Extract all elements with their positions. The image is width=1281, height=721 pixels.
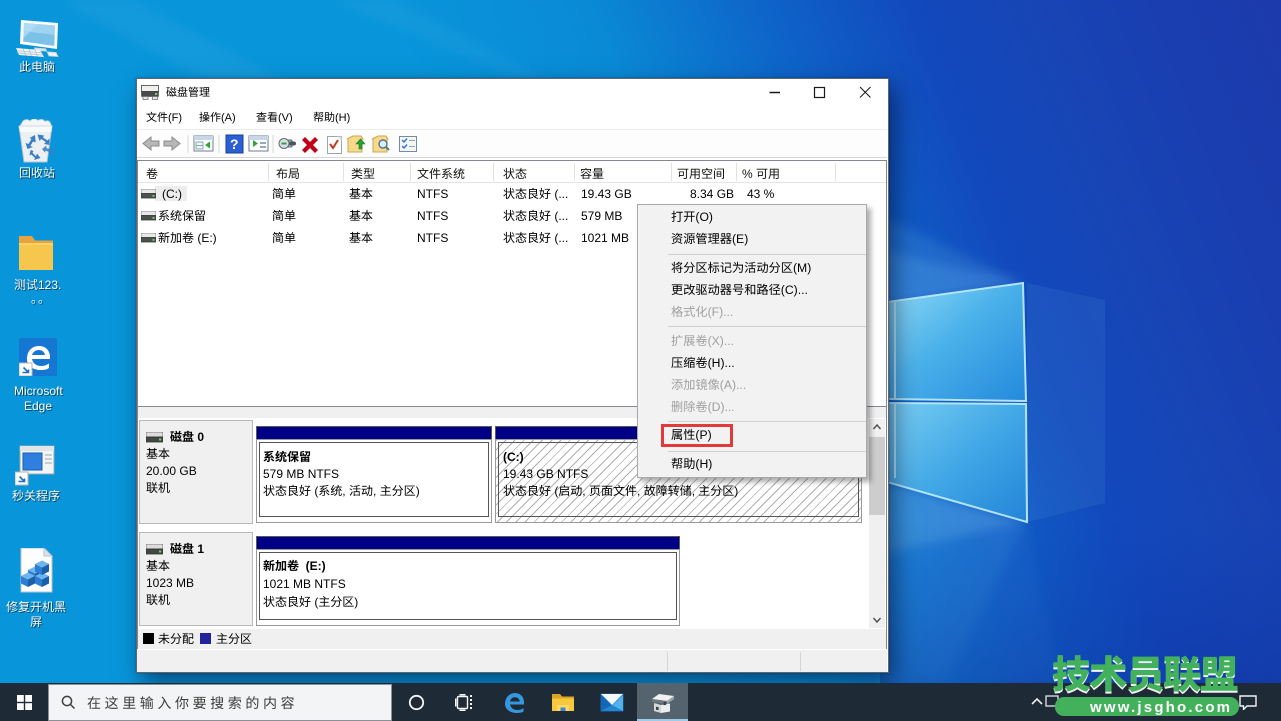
svg-text:(: ( [311,595,318,609]
svg-text:8.34 GB: 8.34 GB [690,187,734,201]
svg-text:(E): (E) [732,232,748,246]
svg-text:1021 MB: 1021 MB [581,231,629,245]
svg-text:1021 MB NTFS: 1021 MB NTFS [263,577,346,591]
svg-text:NTFS: NTFS [417,187,448,201]
svg-text:(E:): (E:) [194,231,217,245]
svg-text:0: 0 [194,430,204,444]
svg-text:Edge: Edge [24,399,52,413]
svg-text:Microsoft: Microsoft [14,384,63,398]
svg-text:?: ? [230,136,239,152]
svg-text:(V): (V) [278,112,293,124]
svg-text:1: 1 [194,542,204,556]
svg-text:19.43 GB NTFS: 19.43 GB NTFS [503,467,588,481]
svg-text:(C)...: (C)... [781,283,808,297]
svg-text:,: , [342,484,349,498]
svg-text:(H)...: (H)... [708,356,735,370]
svg-text:(M): (M) [793,261,811,275]
svg-text:(A): (A) [221,112,236,124]
svg-text:(C:): (C:) [162,187,182,201]
svg-text:(E:): (E:) [299,559,326,573]
svg-text:): ) [416,484,420,498]
svg-text:(: ( [311,484,318,498]
svg-text:19.43 GB: 19.43 GB [581,187,632,201]
svg-text:(H): (H) [695,457,712,471]
svg-text:(F)...: (F)... [708,305,734,319]
svg-text:NTFS: NTFS [417,209,448,223]
svg-text:579 MB NTFS: 579 MB NTFS [263,467,339,481]
svg-text:): ) [354,595,358,609]
svg-text:,: , [582,484,589,498]
svg-text:(F): (F) [168,112,182,124]
svg-text:20.00 GB: 20.00 GB [146,464,197,478]
svg-text:(...: (... [551,231,568,245]
svg-text:NTFS: NTFS [417,231,448,245]
svg-text:(A)...: (A)... [720,378,746,392]
svg-text:123.: 123. [38,278,61,292]
svg-text:(O): (O) [695,210,713,224]
svg-text:,: , [692,484,699,498]
svg-text:%: % [742,167,756,181]
svg-text:(C:): (C:) [503,450,524,464]
svg-text:,: , [373,484,380,498]
svg-text:(D)...: (D)... [708,400,735,414]
svg-text:579 MB: 579 MB [581,209,622,223]
svg-text:(...: (... [551,187,568,201]
svg-text:(H): (H) [335,112,350,124]
svg-text:(...: (... [551,209,568,223]
svg-text:(: ( [551,484,558,498]
svg-text:): ) [734,484,738,498]
svg-text:43 %: 43 % [747,187,775,201]
svg-text:(X)...: (X)... [708,334,734,348]
svg-text:1023 MB: 1023 MB [146,576,194,590]
svg-text:www.jsgho.com: www.jsgho.com [1089,699,1232,716]
svg-text:,: , [637,484,644,498]
